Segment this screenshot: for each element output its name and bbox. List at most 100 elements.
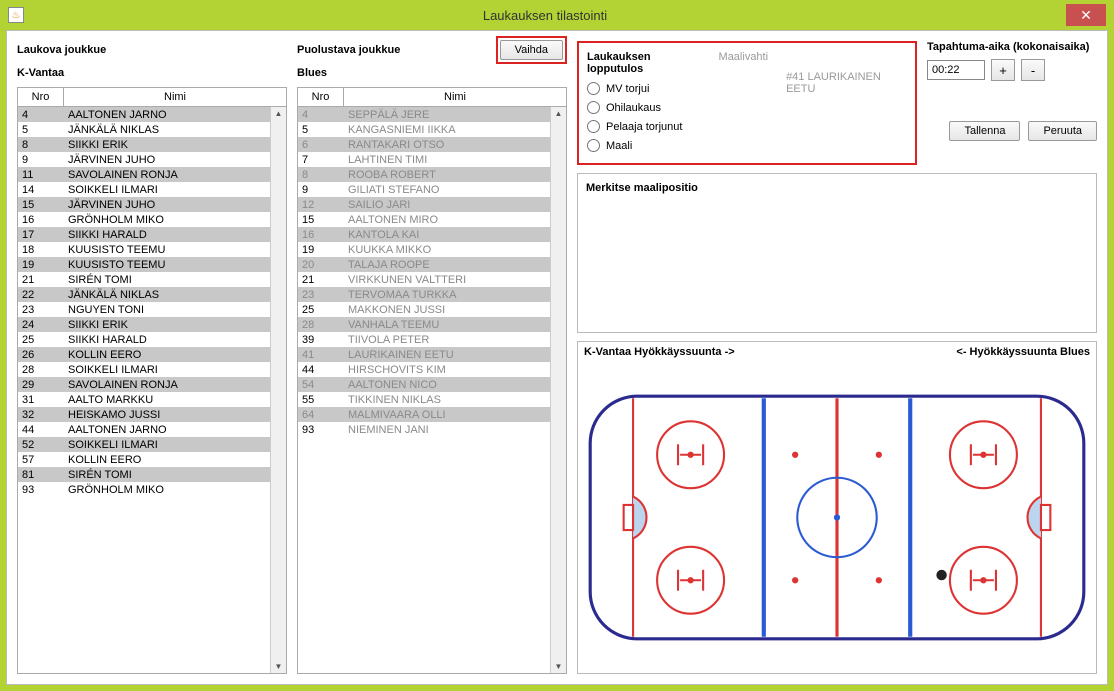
- table-row[interactable]: 9GILIATI STEFANO: [298, 182, 550, 197]
- cell-name: RANTAKARI OTSO: [344, 139, 550, 151]
- cell-name: LAHTINEN TIMI: [344, 154, 550, 166]
- cell-number: 23: [298, 289, 344, 301]
- table-row[interactable]: 23TERVOMAA TURKKA: [298, 287, 550, 302]
- table-row[interactable]: 44AALTONEN JARNO: [18, 422, 270, 437]
- event-time-input[interactable]: [927, 60, 985, 80]
- table-row[interactable]: 8SIIKKI ERIK: [18, 137, 270, 152]
- cell-name: SIIKKI ERIK: [64, 319, 270, 331]
- table-row[interactable]: 39TIIVOLA PETER: [298, 332, 550, 347]
- table-row[interactable]: 5JÄNKÄLÄ NIKLAS: [18, 122, 270, 137]
- table-row[interactable]: 21SIRÉN TOMI: [18, 272, 270, 287]
- cell-number: 64: [298, 409, 344, 421]
- table-row[interactable]: 22JÄNKÄLÄ NIKLAS: [18, 287, 270, 302]
- outcome-option[interactable]: MV torjui: [587, 79, 768, 98]
- table-row[interactable]: 19KUUKKA MIKKO: [298, 242, 550, 257]
- goalie-value: #41 LAURIKAINEN EETU: [786, 71, 907, 95]
- radio-input[interactable]: [587, 82, 600, 95]
- cell-number: 32: [18, 409, 64, 421]
- radio-input[interactable]: [587, 139, 600, 152]
- col-header-number[interactable]: Nro: [298, 88, 344, 106]
- table-row[interactable]: 4SEPPÄLÄ JERE: [298, 107, 550, 122]
- table-row[interactable]: 4AALTONEN JARNO: [18, 107, 270, 122]
- table-row[interactable]: 9JÄRVINEN JUHO: [18, 152, 270, 167]
- swap-button[interactable]: Vaihda: [500, 40, 563, 60]
- table-row[interactable]: 21VIRKKUNEN VALTTERI: [298, 272, 550, 287]
- table-row[interactable]: 64MALMIVAARA OLLI: [298, 407, 550, 422]
- table-row[interactable]: 5KANGASNIEMI IIKKA: [298, 122, 550, 137]
- radio-input[interactable]: [587, 120, 600, 133]
- cell-number: 28: [18, 364, 64, 376]
- table-row[interactable]: 6RANTAKARI OTSO: [298, 137, 550, 152]
- cell-name: SEPPÄLÄ JERE: [344, 109, 550, 121]
- table-row[interactable]: 23NGUYEN TONI: [18, 302, 270, 317]
- col-header-name[interactable]: Nimi: [344, 88, 566, 106]
- rink-left-label: K-Vantaa Hyökkäyssuunta ->: [584, 346, 735, 358]
- cancel-button[interactable]: Peruuta: [1028, 121, 1097, 141]
- table-row[interactable]: 17SIIKKI HARALD: [18, 227, 270, 242]
- table-row[interactable]: 14SOIKKELI ILMARI: [18, 182, 270, 197]
- table-row[interactable]: 15AALTONEN MIRO: [298, 212, 550, 227]
- table-row[interactable]: 31AALTO MARKKU: [18, 392, 270, 407]
- cell-number: 25: [18, 334, 64, 346]
- cell-name: AALTONEN NICO: [344, 379, 550, 391]
- table-row[interactable]: 81SIRÉN TOMI: [18, 467, 270, 482]
- rink-diagram[interactable]: [578, 362, 1096, 673]
- table-row[interactable]: 32HEISKAMO JUSSI: [18, 407, 270, 422]
- table-row[interactable]: 93NIEMINEN JANI: [298, 422, 550, 437]
- col-header-name[interactable]: Nimi: [64, 88, 286, 106]
- scroll-down-icon[interactable]: ▼: [271, 660, 286, 673]
- table-row[interactable]: 24SIIKKI ERIK: [18, 317, 270, 332]
- table-row[interactable]: 19KUUSISTO TEEMU: [18, 257, 270, 272]
- cell-number: 8: [18, 139, 64, 151]
- table-row[interactable]: 18KUUSISTO TEEMU: [18, 242, 270, 257]
- table-row[interactable]: 25SIIKKI HARALD: [18, 332, 270, 347]
- cell-name: SAILIO JARI: [344, 199, 550, 211]
- table-row[interactable]: 57KOLLIN EERO: [18, 452, 270, 467]
- cell-name: KUUSISTO TEEMU: [64, 259, 270, 271]
- table-row[interactable]: 54AALTONEN NICO: [298, 377, 550, 392]
- time-plus-button[interactable]: +: [991, 59, 1015, 81]
- cell-name: SOIKKELI ILMARI: [64, 364, 270, 376]
- cell-number: 23: [18, 304, 64, 316]
- table-row[interactable]: 12SAILIO JARI: [298, 197, 550, 212]
- radio-input[interactable]: [587, 101, 600, 114]
- table-row[interactable]: 28VANHALA TEEMU: [298, 317, 550, 332]
- table-row[interactable]: 41LAURIKAINEN EETU: [298, 347, 550, 362]
- table-row[interactable]: 11SAVOLAINEN RONJA: [18, 167, 270, 182]
- save-button[interactable]: Tallenna: [949, 121, 1020, 141]
- cell-name: SIIKKI ERIK: [64, 139, 270, 151]
- cell-number: 22: [18, 289, 64, 301]
- scroll-up-icon[interactable]: ▲: [271, 107, 286, 120]
- outcome-option[interactable]: Ohilaukaus: [587, 98, 768, 117]
- cell-number: 8: [298, 169, 344, 181]
- cell-name: KOLLIN EERO: [64, 454, 270, 466]
- col-header-number[interactable]: Nro: [18, 88, 64, 106]
- table-row[interactable]: 93GRÖNHOLM MIKO: [18, 482, 270, 497]
- table-row[interactable]: 16GRÖNHOLM MIKO: [18, 212, 270, 227]
- goalie-label: Maalivahti: [719, 51, 769, 75]
- table-row[interactable]: 26KOLLIN EERO: [18, 347, 270, 362]
- outcome-option[interactable]: Pelaaja torjunut: [587, 117, 768, 136]
- scroll-down-icon[interactable]: ▼: [551, 660, 566, 673]
- table-row[interactable]: 8ROOBA ROBERT: [298, 167, 550, 182]
- scrollbar[interactable]: ▲ ▼: [270, 107, 286, 673]
- table-row[interactable]: 7LAHTINEN TIMI: [298, 152, 550, 167]
- table-row[interactable]: 29SAVOLAINEN RONJA: [18, 377, 270, 392]
- table-row[interactable]: 44HIRSCHOVITS KIM: [298, 362, 550, 377]
- outcome-option[interactable]: Maali: [587, 136, 768, 155]
- table-row[interactable]: 20TALAJA ROOPE: [298, 257, 550, 272]
- cell-number: 21: [298, 274, 344, 286]
- cell-number: 5: [18, 124, 64, 136]
- cell-number: 7: [298, 154, 344, 166]
- table-row[interactable]: 15JÄRVINEN JUHO: [18, 197, 270, 212]
- table-row[interactable]: 55TIKKINEN NIKLAS: [298, 392, 550, 407]
- table-row[interactable]: 16KANTOLA KAI: [298, 227, 550, 242]
- table-row[interactable]: 25MAKKONEN JUSSI: [298, 302, 550, 317]
- scroll-up-icon[interactable]: ▲: [551, 107, 566, 120]
- close-button[interactable]: ✕: [1066, 4, 1106, 26]
- table-row[interactable]: 52SOIKKELI ILMARI: [18, 437, 270, 452]
- table-row[interactable]: 28SOIKKELI ILMARI: [18, 362, 270, 377]
- time-minus-button[interactable]: -: [1021, 59, 1045, 81]
- scrollbar[interactable]: ▲ ▼: [550, 107, 566, 673]
- cell-name: TIIVOLA PETER: [344, 334, 550, 346]
